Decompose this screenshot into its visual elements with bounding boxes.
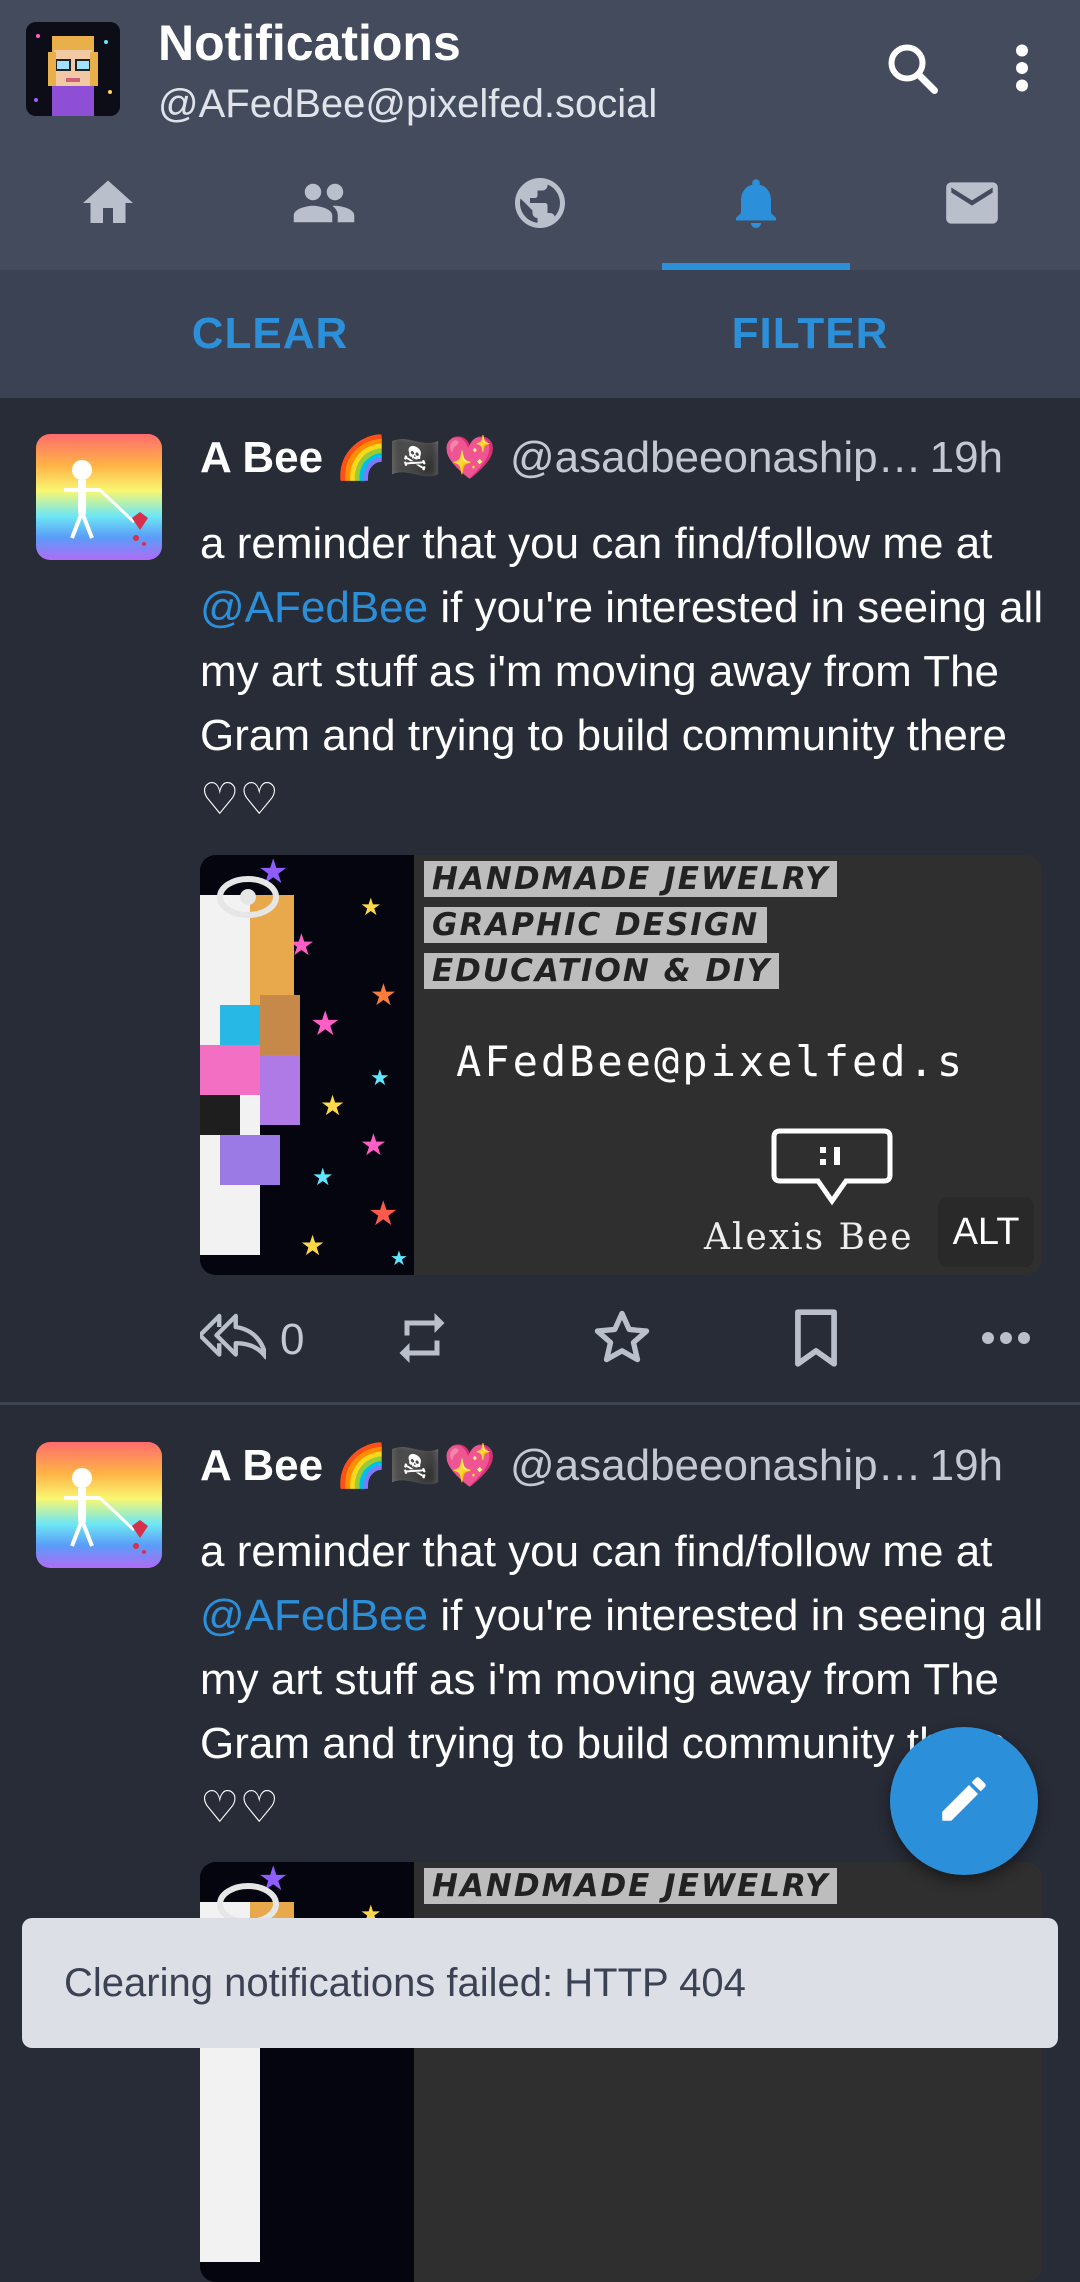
rainbow-emoji: 🌈 <box>335 433 388 481</box>
status-header: A Bee 🌈 🏴‍☠️ 💖 @asadbeeonaship… 19h <box>200 428 1050 488</box>
reply-button[interactable]: 0 <box>197 1295 305 1385</box>
more-options-button[interactable] <box>980 1295 1032 1385</box>
svg-text:★: ★ <box>360 894 382 921</box>
top-app-bar: Notifications @AFedBee@pixelfed.social <box>0 0 1080 270</box>
notification-actions-bar: CLEAR FILTER <box>0 270 1080 398</box>
svg-text:★: ★ <box>368 1195 398 1233</box>
more-vert-icon[interactable] <box>990 36 1054 100</box>
tab-messages[interactable] <box>864 140 1080 270</box>
mail-icon <box>941 172 1003 239</box>
svg-text:★: ★ <box>310 1005 340 1043</box>
alt-text-button[interactable]: ALT <box>938 1197 1034 1267</box>
display-name[interactable]: A Bee <box>200 1441 323 1491</box>
error-snackbar: Clearing notifications failed: HTTP 404 <box>22 1918 1058 2048</box>
mention-link[interactable]: @AFedBee <box>200 583 428 632</box>
media-line: HANDMADE JEWELRY <box>424 1868 838 1904</box>
avatar[interactable] <box>36 434 162 560</box>
pirate-flag-emoji: 🏴‍☠️ <box>389 433 442 481</box>
svg-text:★: ★ <box>360 1129 387 1162</box>
tab-bar <box>0 140 1080 270</box>
media-handle: AFedBee@pixelfed.s <box>456 1037 966 1086</box>
avatar[interactable] <box>36 1442 162 1568</box>
edit-pencil-icon <box>935 1770 993 1833</box>
media-line: GRAPHIC DESIGN <box>424 907 768 943</box>
reply-count: 0 <box>280 1315 305 1364</box>
star-icon <box>590 1306 654 1375</box>
account-handle: @AFedBee@pixelfed.social <box>158 82 658 126</box>
timestamp[interactable]: 19h <box>930 433 1003 483</box>
media-signature: Alexis Bee <box>704 1217 914 1258</box>
tab-local[interactable] <box>216 140 432 270</box>
svg-text:★: ★ <box>320 1090 345 1121</box>
status-content: a reminder that you can find/follow me a… <box>200 512 1060 832</box>
boost-button[interactable] <box>392 1295 452 1385</box>
display-name[interactable]: A Bee <box>200 433 323 483</box>
svg-text:★: ★ <box>370 979 397 1012</box>
pixel-art-image: ★ ★ ★ ★ ★ ★ ★ ★ ★ ★ ★ ★ <box>200 855 414 1275</box>
reply-all-icon <box>197 1310 269 1371</box>
home-icon <box>78 173 138 238</box>
status-action-bar: 0 <box>197 1295 1050 1385</box>
tab-home[interactable] <box>0 140 216 270</box>
favourite-button[interactable] <box>590 1295 654 1385</box>
svg-text:★: ★ <box>300 1230 325 1261</box>
svg-text:★: ★ <box>370 1065 390 1090</box>
account-avatar[interactable] <box>26 22 120 116</box>
timestamp[interactable]: 19h <box>930 1441 1003 1491</box>
mention-link[interactable]: @AFedBee <box>200 1591 428 1640</box>
divider <box>0 1402 1080 1405</box>
speech-bubble-icon <box>770 1125 894 1220</box>
media-attachment[interactable]: ★ ★ ★ ★ ★ ★ ★ ★ ★ ★ ★ ★ HANDMADE JEWELRY… <box>200 855 1042 1275</box>
bookmark-button[interactable] <box>788 1295 844 1385</box>
svg-text:★: ★ <box>312 1164 334 1191</box>
people-icon <box>291 170 357 241</box>
tab-notifications[interactable] <box>648 140 864 270</box>
repeat-icon <box>392 1308 452 1373</box>
rainbow-emoji: 🌈 <box>335 1441 388 1489</box>
sparkling-heart-emoji: 💖 <box>443 1441 496 1489</box>
clear-button[interactable]: CLEAR <box>0 270 540 398</box>
bookmark-icon <box>788 1307 844 1374</box>
username[interactable]: @asadbeeonaship… <box>510 433 922 483</box>
compose-button[interactable] <box>890 1727 1038 1875</box>
pirate-flag-emoji: 🏴‍☠️ <box>389 1441 442 1489</box>
media-line: EDUCATION & DIY <box>424 953 780 989</box>
globe-icon <box>510 173 570 238</box>
tab-federated[interactable] <box>432 140 648 270</box>
sparkling-heart-emoji: 💖 <box>443 433 496 481</box>
more-horiz-icon <box>980 1328 1032 1353</box>
status-header: A Bee 🌈 🏴‍☠️ 💖 @asadbeeonaship… 19h <box>200 1436 1050 1496</box>
status-text-start: a reminder that you can find/follow me a… <box>200 519 993 568</box>
filter-button[interactable]: FILTER <box>540 270 1080 398</box>
username[interactable]: @asadbeeonaship… <box>510 1441 922 1491</box>
search-icon[interactable] <box>880 36 944 100</box>
bell-icon <box>726 173 786 238</box>
svg-text:★: ★ <box>390 1248 408 1270</box>
page-title: Notifications <box>158 15 461 71</box>
media-line: HANDMADE JEWELRY <box>424 861 838 897</box>
status-text-start: a reminder that you can find/follow me a… <box>200 1527 993 1576</box>
